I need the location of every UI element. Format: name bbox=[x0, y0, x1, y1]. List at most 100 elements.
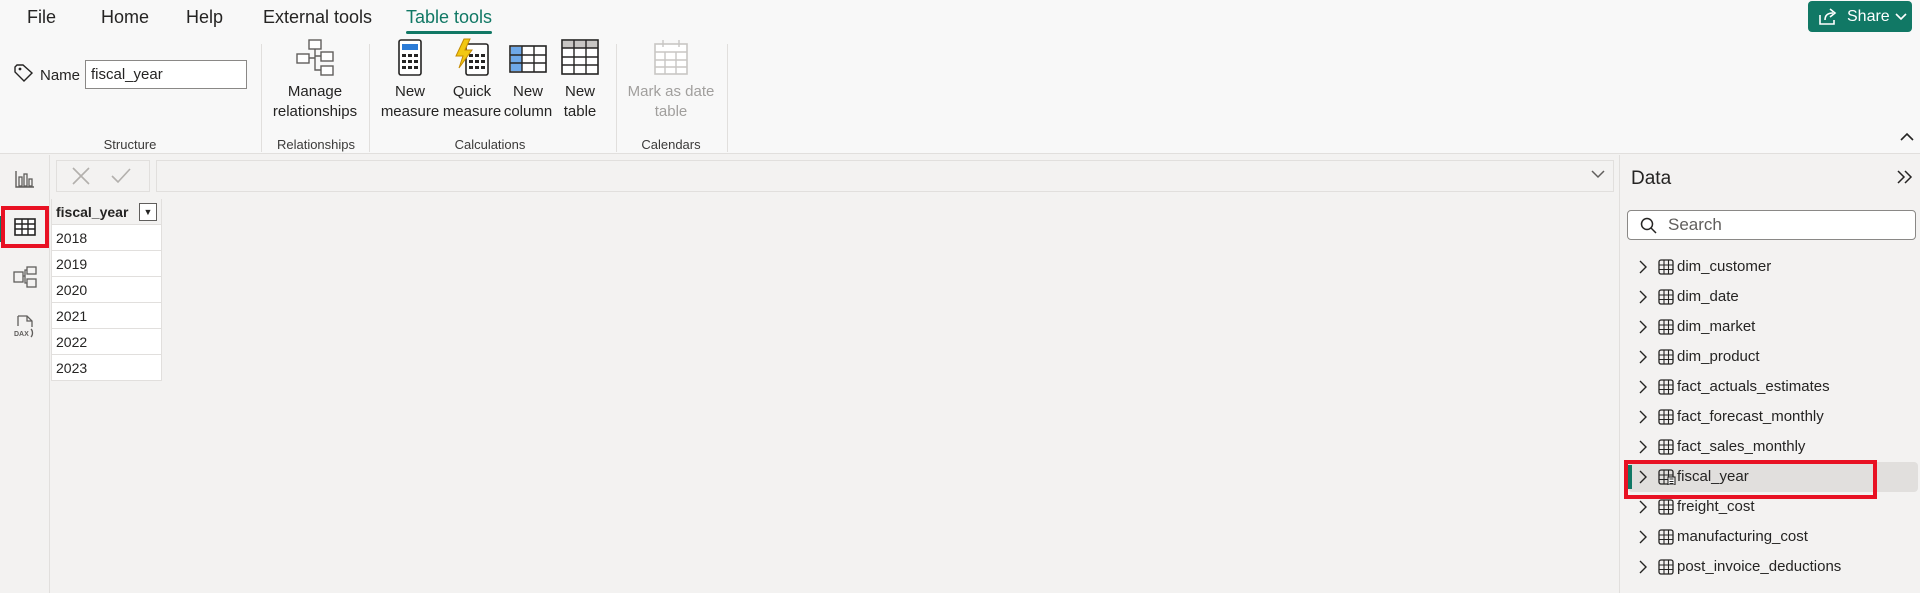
chevron-right-icon[interactable] bbox=[1638, 440, 1648, 454]
commit-formula-icon[interactable] bbox=[110, 166, 132, 186]
mark-date-label-2: table bbox=[654, 103, 688, 120]
chevron-right-icon[interactable] bbox=[1638, 350, 1648, 364]
data-search-box[interactable] bbox=[1627, 210, 1916, 240]
table-icon bbox=[1658, 259, 1674, 275]
chevron-right-icon[interactable] bbox=[1638, 260, 1648, 274]
table-icon bbox=[1658, 289, 1674, 305]
quick-measure-label-1: Quick bbox=[452, 83, 492, 100]
new-column-label-2: column bbox=[503, 103, 553, 120]
chevron-down-icon[interactable] bbox=[1591, 169, 1605, 179]
new-table-icon bbox=[561, 39, 599, 75]
new-table-button[interactable]: New table bbox=[556, 38, 604, 122]
manage-relationships-button[interactable]: Manage relationships bbox=[270, 38, 360, 122]
data-item-label: dim_product bbox=[1677, 348, 1760, 365]
new-measure-button[interactable]: New measure bbox=[380, 38, 440, 122]
dax-query-icon[interactable]: DAX bbox=[9, 310, 41, 342]
new-measure-label-2: measure bbox=[380, 103, 440, 120]
name-label: Name bbox=[40, 67, 81, 84]
data-item-fact-actuals-estimates[interactable]: fact_actuals_estimates bbox=[1628, 372, 1918, 402]
column-header-label: fiscal_year bbox=[56, 204, 129, 220]
manage-label-2: relationships bbox=[272, 103, 358, 120]
data-item-fact-sales-monthly[interactable]: fact_sales_monthly bbox=[1628, 432, 1918, 462]
table-row[interactable]: 2023 bbox=[52, 355, 162, 381]
data-item-post-invoice-deductions[interactable]: post_invoice_deductions bbox=[1628, 552, 1918, 582]
chevron-right-icon[interactable] bbox=[1638, 290, 1648, 304]
chevron-right-icon[interactable] bbox=[1638, 560, 1648, 574]
data-item-dim-customer[interactable]: dim_customer bbox=[1628, 252, 1918, 282]
calendars-group-label: Calendars bbox=[641, 137, 701, 152]
new-column-button[interactable]: New column bbox=[502, 38, 554, 122]
group-separator bbox=[261, 44, 262, 152]
collapse-pane-icon[interactable] bbox=[1896, 169, 1914, 185]
menu-file[interactable]: File bbox=[27, 7, 56, 28]
data-item-label: fact_forecast_monthly bbox=[1677, 408, 1824, 425]
fiscal-year-highlight bbox=[1624, 460, 1877, 499]
menu-home[interactable]: Home bbox=[101, 7, 149, 28]
report-view-icon[interactable] bbox=[9, 163, 41, 195]
chevron-right-icon[interactable] bbox=[1638, 410, 1648, 424]
data-item-label: fact_actuals_estimates bbox=[1677, 378, 1830, 395]
manage-relationships-icon bbox=[296, 39, 334, 76]
data-item-label: fact_sales_monthly bbox=[1677, 438, 1806, 455]
relationships-group-label: Relationships bbox=[276, 137, 356, 152]
quick-measure-icon bbox=[455, 38, 489, 76]
column-header[interactable]: fiscal_year ▼ bbox=[52, 199, 162, 225]
menu-help[interactable]: Help bbox=[186, 7, 223, 28]
data-item-label: freight_cost bbox=[1677, 498, 1755, 515]
chevron-right-icon[interactable] bbox=[1638, 500, 1648, 514]
data-item-dim-date[interactable]: dim_date bbox=[1628, 282, 1918, 312]
table-row[interactable]: 2022 bbox=[52, 329, 162, 355]
table-row[interactable]: 2018 bbox=[52, 225, 162, 251]
data-item-fact-forecast-monthly[interactable]: fact_forecast_monthly bbox=[1628, 402, 1918, 432]
chevron-right-icon[interactable] bbox=[1638, 380, 1648, 394]
filter-dropdown-icon[interactable]: ▼ bbox=[139, 203, 157, 221]
table-icon bbox=[1658, 499, 1674, 515]
table-icon bbox=[1658, 409, 1674, 425]
data-item-label: manufacturing_cost bbox=[1677, 528, 1808, 545]
share-icon bbox=[1819, 7, 1837, 25]
table-row[interactable]: 2019 bbox=[52, 251, 162, 277]
formula-commit-buttons bbox=[56, 160, 150, 192]
mark-as-date-table-button[interactable]: Mark as date table bbox=[622, 38, 720, 122]
menu-bar: File Home Help External tools Table tool… bbox=[0, 0, 1920, 34]
svg-text:DAX: DAX bbox=[14, 331, 29, 338]
new-column-label-1: New bbox=[512, 83, 543, 100]
data-item-manufacturing-cost[interactable]: manufacturing_cost bbox=[1628, 522, 1918, 552]
new-table-label-1: New bbox=[564, 83, 595, 100]
table-icon bbox=[1658, 349, 1674, 365]
structure-group-label: Structure bbox=[103, 137, 157, 152]
share-label: Share bbox=[1847, 7, 1890, 25]
group-separator bbox=[369, 44, 370, 152]
group-separator bbox=[616, 44, 617, 152]
menu-external-tools[interactable]: External tools bbox=[263, 7, 372, 28]
table-view-highlight bbox=[1, 206, 49, 248]
calculator-icon bbox=[398, 39, 422, 76]
quick-measure-button[interactable]: Quick measure bbox=[442, 38, 502, 122]
quick-measure-label-2: measure bbox=[442, 103, 502, 120]
data-pane-title: Data bbox=[1631, 168, 1672, 189]
calendar-icon bbox=[654, 40, 688, 75]
search-input[interactable] bbox=[1668, 214, 1908, 236]
table-icon bbox=[1658, 439, 1674, 455]
table-row[interactable]: 2021 bbox=[52, 303, 162, 329]
cancel-formula-icon[interactable] bbox=[71, 166, 91, 186]
data-item-label: dim_date bbox=[1677, 288, 1739, 305]
chevron-down-icon bbox=[1895, 12, 1907, 20]
menu-table-tools[interactable]: Table tools bbox=[406, 7, 492, 28]
table-name-input[interactable] bbox=[85, 60, 247, 89]
data-item-dim-market[interactable]: dim_market bbox=[1628, 312, 1918, 342]
model-view-icon[interactable] bbox=[9, 261, 41, 293]
table-row[interactable]: 2020 bbox=[52, 277, 162, 303]
formula-bar[interactable] bbox=[156, 160, 1614, 192]
new-column-icon bbox=[509, 45, 547, 73]
share-button[interactable]: Share bbox=[1808, 1, 1912, 32]
chevron-right-icon[interactable] bbox=[1638, 530, 1648, 544]
chevron-right-icon[interactable] bbox=[1638, 320, 1648, 334]
data-item-label: post_invoice_deductions bbox=[1677, 558, 1842, 575]
data-item-label: dim_customer bbox=[1677, 258, 1772, 275]
table-icon bbox=[1658, 379, 1674, 395]
search-icon bbox=[1640, 217, 1657, 234]
collapse-ribbon-icon[interactable] bbox=[1900, 132, 1914, 142]
manage-label-1: Manage bbox=[287, 83, 343, 100]
data-item-dim-product[interactable]: dim_product bbox=[1628, 342, 1918, 372]
